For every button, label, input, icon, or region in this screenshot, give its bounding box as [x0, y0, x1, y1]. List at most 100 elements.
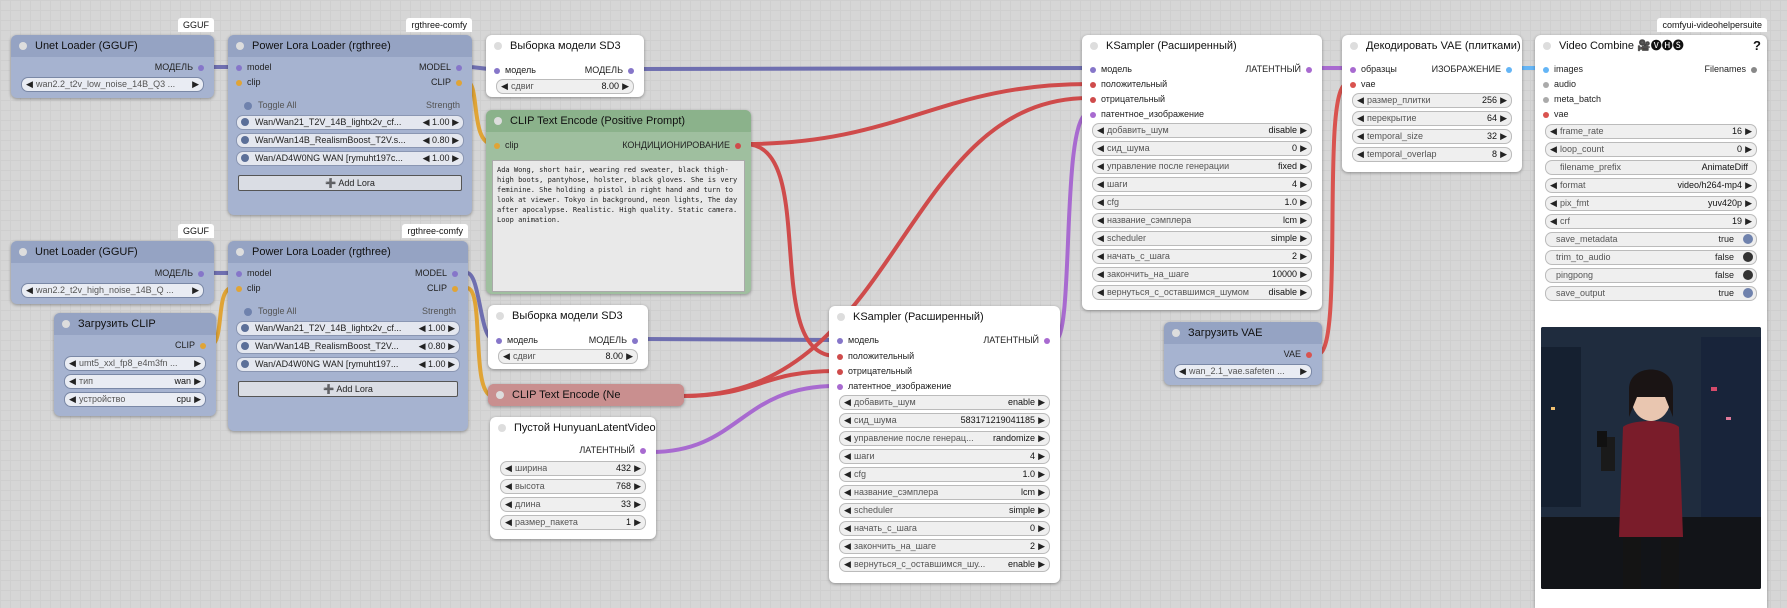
noise-seed-number[interactable]: ◀ сид_шума 0 ▶ [1092, 141, 1312, 156]
start-at-step-number[interactable]: ◀ начать_с_шага 0 ▶ [839, 521, 1050, 536]
end-at-step-number[interactable]: ◀ закончить_на_шаге 2 ▶ [839, 539, 1050, 554]
input-slot-clip[interactable] [236, 79, 242, 86]
output-slot-latent[interactable] [1306, 66, 1312, 73]
width-number[interactable]: ◀ ширина 432 ▶ [500, 461, 646, 476]
lora-row[interactable]: Wan/AD4W0NG WAN [rymuht197c... ◀ 1.00 ▶ [236, 151, 464, 166]
pingpong-toggle[interactable]: pingpong false [1545, 268, 1757, 283]
cfg-number[interactable]: ◀ cfg 1.0 ▶ [839, 467, 1050, 482]
clip-type-combo[interactable]: ◀ тип wan ▶ [64, 374, 206, 389]
input-slot-positive[interactable] [1090, 81, 1096, 88]
unet-loader-1-node[interactable]: GGUF Unet Loader (GGUF) МОДЕЛЬ ◀ wan2.2_t… [11, 18, 214, 98]
collapse-dot[interactable] [236, 248, 244, 256]
sampler-name-combo[interactable]: ◀ название_сэмплера lcm ▶ [839, 485, 1050, 500]
input-slot-clip[interactable] [494, 142, 500, 149]
temporal-overlap-number[interactable]: ◀ temporal_overlap 8 ▶ [1352, 147, 1512, 162]
output-slot-model[interactable] [632, 337, 638, 344]
steps-number[interactable]: ◀ шаги 4 ▶ [839, 449, 1050, 464]
clip-text-encode-positive-node[interactable]: CLIP Text Encode (Positive Prompt) clip … [486, 110, 751, 294]
input-slot-latent[interactable] [837, 383, 843, 390]
toggle-icon[interactable] [241, 342, 249, 350]
output-slot-clip[interactable] [452, 285, 458, 292]
format-combo[interactable]: ◀ format video/h264-mp4 ▶ [1545, 178, 1757, 193]
toggle-all[interactable]: Toggle All [244, 304, 297, 318]
tile-size-number[interactable]: ◀ размер_плитки 256 ▶ [1352, 93, 1512, 108]
save-output-toggle[interactable]: save_output true [1545, 286, 1757, 301]
output-slot-vae[interactable] [1306, 351, 1312, 358]
input-slot-audio[interactable] [1543, 81, 1549, 88]
collapse-dot[interactable] [837, 313, 845, 321]
lora-row[interactable]: Wan/Wan14B_RealismBoost_T2V... ◀ 0.80 ▶ [236, 339, 460, 354]
input-slot-images[interactable] [1543, 66, 1549, 73]
vae-decode-tiled-node[interactable]: Декодировать VAE (плитками) образцы ИЗОБ… [1342, 35, 1522, 172]
overlap-number[interactable]: ◀ перекрытие 64 ▶ [1352, 111, 1512, 126]
toggle-icon[interactable] [241, 324, 249, 332]
input-slot-model[interactable] [496, 337, 502, 344]
model-sampling-sd3-1-node[interactable]: Выборка модели SD3 модель МОДЕЛЬ ◀ сдвиг 8… [486, 35, 644, 97]
add-lora-button[interactable]: ➕ Add Lora [238, 381, 458, 397]
unet-name-combo[interactable]: ◀ wan2.2_t2v_high_noise_14B_Q ... ▶ [21, 283, 204, 298]
output-slot-conditioning[interactable] [735, 142, 741, 149]
collapse-dot[interactable] [1543, 42, 1551, 50]
add-noise-combo[interactable]: ◀ добавить_шум disable ▶ [1092, 123, 1312, 138]
output-slot-filenames[interactable] [1751, 66, 1757, 73]
prompt-textarea[interactable]: Ada Wong, short hair, wearing red sweate… [492, 160, 745, 292]
steps-number[interactable]: ◀ шаги 4 ▶ [1092, 177, 1312, 192]
clip-text-encode-negative-node[interactable]: CLIP Text Encode (Ne [488, 384, 684, 406]
input-slot-model[interactable] [837, 337, 843, 344]
sampler-name-combo[interactable]: ◀ название_сэмплера lcm ▶ [1092, 213, 1312, 228]
toggle-icon[interactable] [241, 118, 249, 126]
loop-count-number[interactable]: ◀ loop_count 0 ▶ [1545, 142, 1757, 157]
unet-name-combo[interactable]: ◀ wan2.2_t2v_low_noise_14B_Q3 ... ▶ [21, 77, 204, 92]
unet-loader-2-node[interactable]: GGUF Unet Loader (GGUF) МОДЕЛЬ ◀ wan2.2_t… [11, 224, 214, 304]
video-preview[interactable] [1541, 327, 1761, 589]
collapse-dot[interactable] [1350, 42, 1358, 50]
noise-seed-number[interactable]: ◀ сид_шума 583171219041185 ▶ [839, 413, 1050, 428]
control-after-generate-combo[interactable]: ◀ управление после генерации fixed ▶ [1092, 159, 1312, 174]
collapse-dot[interactable] [62, 320, 70, 328]
shift-number[interactable]: ◀ сдвиг 8.00 ▶ [496, 79, 634, 94]
collapse-dot[interactable] [1172, 329, 1180, 337]
end-at-step-number[interactable]: ◀ закончить_на_шаге 10000 ▶ [1092, 267, 1312, 282]
power-lora-loader-2-node[interactable]: rgthree-comfy Power Lora Loader (rgthree… [228, 224, 468, 431]
lora-row[interactable]: Wan/Wan21_T2V_14B_lightx2v_cf... ◀ 1.00 ▶ [236, 321, 460, 336]
collapse-dot[interactable] [494, 117, 502, 125]
toggle-icon[interactable] [241, 154, 249, 162]
collapse-dot[interactable] [498, 424, 506, 432]
input-slot-model[interactable] [1090, 66, 1096, 73]
cfg-number[interactable]: ◀ cfg 1.0 ▶ [1092, 195, 1312, 210]
output-slot-model[interactable] [198, 270, 204, 277]
help-icon[interactable]: ? [1753, 35, 1761, 57]
input-slot-samples[interactable] [1350, 66, 1356, 73]
scheduler-combo[interactable]: ◀ scheduler simple ▶ [1092, 231, 1312, 246]
input-slot-meta-batch[interactable] [1543, 96, 1549, 103]
return-with-leftover-noise-combo[interactable]: ◀ вернуться_с_оставшимся_шумом disable ▶ [1092, 285, 1312, 300]
output-slot-model[interactable] [628, 67, 634, 74]
output-slot-model[interactable] [456, 64, 462, 71]
pix-fmt-combo[interactable]: ◀ pix_fmt yuv420p ▶ [1545, 196, 1757, 211]
temporal-size-number[interactable]: ◀ temporal_size 32 ▶ [1352, 129, 1512, 144]
frame-rate-number[interactable]: ◀ frame_rate 16 ▶ [1545, 124, 1757, 139]
add-noise-combo[interactable]: ◀ добавить_шум enable ▶ [839, 395, 1050, 410]
input-slot-negative[interactable] [1090, 96, 1096, 103]
start-at-step-number[interactable]: ◀ начать_с_шага 2 ▶ [1092, 249, 1312, 264]
collapse-dot[interactable] [1090, 42, 1098, 50]
clip-device-combo[interactable]: ◀ устройство cpu ▶ [64, 392, 206, 407]
collapse-dot[interactable] [19, 42, 27, 50]
output-slot-clip[interactable] [456, 79, 462, 86]
power-lora-loader-1-node[interactable]: rgthree-comfy Power Lora Loader (rgthree… [228, 18, 472, 215]
add-lora-button[interactable]: ➕ Add Lora [238, 175, 462, 191]
control-after-generate-combo[interactable]: ◀ управление после генерац... randomize ▶ [839, 431, 1050, 446]
trim-to-audio-toggle[interactable]: trim_to_audio false [1545, 250, 1757, 265]
input-slot-model[interactable] [494, 67, 500, 74]
ksampler-advanced-2-node[interactable]: KSampler (Расширенный) ЛАТЕНТНЫЙ модель … [829, 306, 1060, 583]
height-number[interactable]: ◀ высота 768 ▶ [500, 479, 646, 494]
collapse-dot[interactable] [496, 391, 504, 399]
clip-name-combo[interactable]: ◀ umt5_xxl_fp8_e4m3fn ... ▶ [64, 356, 206, 371]
input-slot-positive[interactable] [837, 353, 843, 360]
collapse-dot[interactable] [236, 42, 244, 50]
input-slot-model[interactable] [236, 270, 242, 277]
return-with-leftover-noise-combo[interactable]: ◀ вернуться_с_оставшимся_шу... enable ▶ [839, 557, 1050, 572]
input-slot-clip[interactable] [236, 285, 242, 292]
batch-size-number[interactable]: ◀ размер_пакета 1 ▶ [500, 515, 646, 530]
save-metadata-toggle[interactable]: save_metadata true [1545, 232, 1757, 247]
